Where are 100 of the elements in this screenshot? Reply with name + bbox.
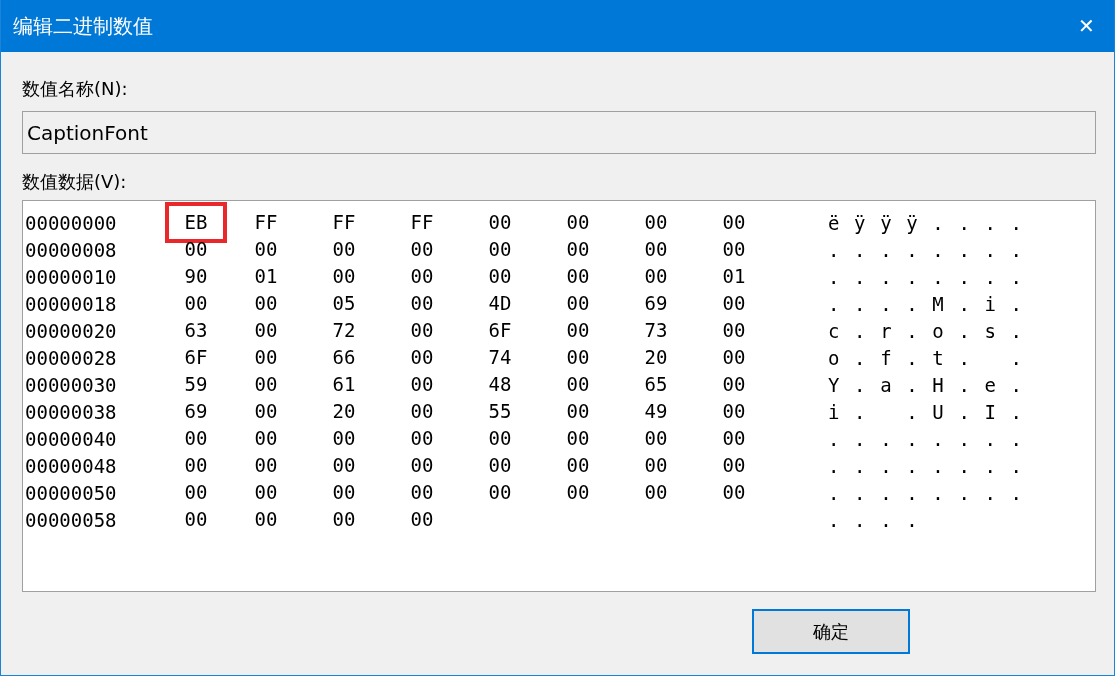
byte-value: 00 [409, 426, 435, 451]
hex-editor[interactable] [22, 200, 1096, 592]
byte-value: 00 [487, 264, 513, 289]
value-name-field[interactable]: CaptionFont [22, 111, 1096, 154]
ascii-text: ë ÿ ÿ ÿ . . . . [828, 211, 1024, 234]
offset-text: 00000048 [25, 454, 118, 477]
byte-value: FF [331, 210, 357, 235]
byte-value: 00 [331, 507, 357, 532]
byte-value: 00 [409, 480, 435, 505]
offset-text: 00000058 [25, 508, 118, 531]
byte-value: 00 [409, 453, 435, 478]
byte-value: 63 [183, 318, 209, 343]
byte-value: 00 [409, 237, 435, 262]
byte-value: 00 [253, 480, 279, 505]
byte-value: 00 [331, 480, 357, 505]
byte-value: 00 [721, 237, 747, 262]
byte-value: EB [165, 202, 227, 243]
byte-value: 72 [331, 318, 357, 343]
byte-value: 00 [253, 345, 279, 370]
byte-value: 00 [253, 507, 279, 532]
offset-text: 00000020 [25, 319, 118, 342]
ascii-text: . . . . . . . . [828, 481, 1024, 504]
byte-value: 00 [643, 264, 669, 289]
byte-value: 00 [721, 210, 747, 235]
byte-value: 00 [183, 453, 209, 478]
byte-value: 00 [487, 210, 513, 235]
byte-value: 01 [721, 264, 747, 289]
offset-text: 00000008 [25, 238, 118, 261]
byte-value: 00 [721, 399, 747, 424]
byte-value: 00 [331, 237, 357, 262]
byte-value: 00 [565, 264, 591, 289]
byte-value: 49 [643, 399, 669, 424]
byte-value: 65 [643, 372, 669, 397]
byte-value: 90 [183, 264, 209, 289]
byte-value: 05 [331, 291, 357, 316]
byte-value: 00 [183, 291, 209, 316]
byte-value: 00 [331, 264, 357, 289]
byte-value: 20 [331, 399, 357, 424]
value-data-label: 数值数据(V): [22, 170, 128, 194]
byte-value: 00 [331, 426, 357, 451]
byte-value: 00 [643, 210, 669, 235]
ascii-text: . . . . M . i . [828, 292, 1024, 315]
byte-value: 00 [253, 399, 279, 424]
ascii-text: . . . . . . . . [828, 427, 1024, 450]
byte-value: 00 [253, 426, 279, 451]
byte-value: 00 [409, 507, 435, 532]
byte-value: 00 [253, 318, 279, 343]
byte-value: 01 [253, 264, 279, 289]
byte-value: 00 [565, 318, 591, 343]
ascii-text: Y . a . H . e . [828, 373, 1024, 396]
byte-value: 00 [253, 291, 279, 316]
byte-value: 00 [409, 399, 435, 424]
close-button[interactable]: ✕ [1058, 0, 1114, 52]
byte-value: 55 [487, 399, 513, 424]
byte-value: 00 [643, 480, 669, 505]
offset-text: 00000000 [25, 211, 118, 234]
byte-value: 61 [331, 372, 357, 397]
byte-value: 00 [565, 453, 591, 478]
offset-text: 00000028 [25, 346, 118, 369]
ascii-text: c . r . o . s . [828, 319, 1024, 342]
byte-value: 00 [409, 318, 435, 343]
byte-value: 00 [643, 426, 669, 451]
byte-value: FF [253, 210, 279, 235]
byte-value: 6F [183, 345, 209, 370]
ok-button[interactable]: 确定 [752, 609, 910, 654]
byte-value: 00 [331, 453, 357, 478]
byte-value: 00 [565, 237, 591, 262]
byte-value: 00 [253, 453, 279, 478]
byte-value: 00 [565, 345, 591, 370]
byte-value: 00 [409, 345, 435, 370]
byte-value: 00 [487, 453, 513, 478]
byte-value: 74 [487, 345, 513, 370]
byte-value: 00 [409, 372, 435, 397]
byte-value: 73 [643, 318, 669, 343]
byte-value: 00 [721, 480, 747, 505]
offset-text: 00000018 [25, 292, 118, 315]
ascii-text: . . . . . . . . [828, 265, 1024, 288]
ascii-text: o . f . t . . [828, 346, 1024, 369]
byte-value: 00 [721, 453, 747, 478]
ascii-text: . . . . . . . . [828, 238, 1024, 261]
offset-text: 00000030 [25, 373, 118, 396]
byte-value: 00 [487, 237, 513, 262]
byte-value: 00 [565, 399, 591, 424]
byte-value: 00 [565, 372, 591, 397]
byte-value: 00 [183, 480, 209, 505]
offset-text: 00000040 [25, 427, 118, 450]
byte-value: 00 [409, 264, 435, 289]
byte-value: 20 [643, 345, 669, 370]
byte-value: 00 [721, 345, 747, 370]
byte-value: 59 [183, 372, 209, 397]
offset-text: 00000050 [25, 481, 118, 504]
ascii-text: . . . . . . . . [828, 454, 1024, 477]
byte-value: 00 [253, 237, 279, 262]
offset-text: 00000010 [25, 265, 118, 288]
byte-value: 00 [643, 453, 669, 478]
byte-value: 4D [487, 291, 513, 316]
value-name-label: 数值名称(N): [22, 77, 129, 101]
byte-value: 00 [721, 372, 747, 397]
byte-value: 00 [487, 480, 513, 505]
ascii-text: i . . U . I . [828, 400, 1024, 423]
